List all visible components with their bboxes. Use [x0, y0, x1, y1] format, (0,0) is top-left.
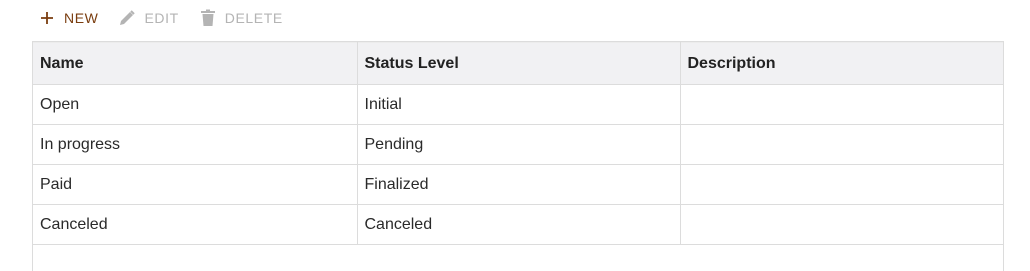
table-row[interactable]: Canceled Canceled — [33, 204, 1003, 245]
cell-description[interactable] — [680, 84, 1003, 125]
column-header-name[interactable]: Name — [33, 42, 358, 85]
toolbar: NEW EDIT DELETE — [38, 6, 303, 30]
cell-status-level[interactable]: Pending — [357, 124, 681, 165]
trash-icon — [199, 9, 217, 27]
table-row[interactable]: Open Initial — [33, 84, 1003, 125]
column-header-description[interactable]: Description — [680, 42, 1003, 85]
cell-name[interactable]: Open — [33, 84, 358, 125]
pencil-icon — [118, 9, 136, 27]
cell-description[interactable] — [680, 124, 1003, 165]
status-table: Name Status Level Description Open Initi… — [32, 41, 1004, 271]
new-button-label: NEW — [64, 10, 99, 26]
edit-button-label: EDIT — [144, 10, 179, 26]
cell-description[interactable] — [680, 204, 1003, 245]
cell-status-level[interactable]: Finalized — [357, 164, 681, 205]
table-header-row: Name Status Level Description — [33, 42, 1003, 85]
delete-button[interactable]: DELETE — [199, 9, 283, 27]
new-button[interactable]: NEW — [38, 9, 98, 27]
cell-name[interactable]: Canceled — [33, 204, 358, 245]
delete-button-label: DELETE — [224, 10, 283, 26]
cell-name[interactable]: In progress — [33, 124, 358, 165]
column-header-status-level[interactable]: Status Level — [357, 42, 681, 85]
plus-icon — [38, 9, 56, 27]
edit-button[interactable]: EDIT — [118, 9, 178, 27]
cell-name[interactable]: Paid — [33, 164, 358, 205]
cell-status-level[interactable]: Initial — [357, 84, 681, 125]
cell-status-level[interactable]: Canceled — [357, 204, 681, 245]
cell-description[interactable] — [680, 164, 1003, 205]
table-row[interactable]: In progress Pending — [33, 124, 1003, 165]
table-row[interactable]: Paid Finalized — [33, 164, 1003, 205]
